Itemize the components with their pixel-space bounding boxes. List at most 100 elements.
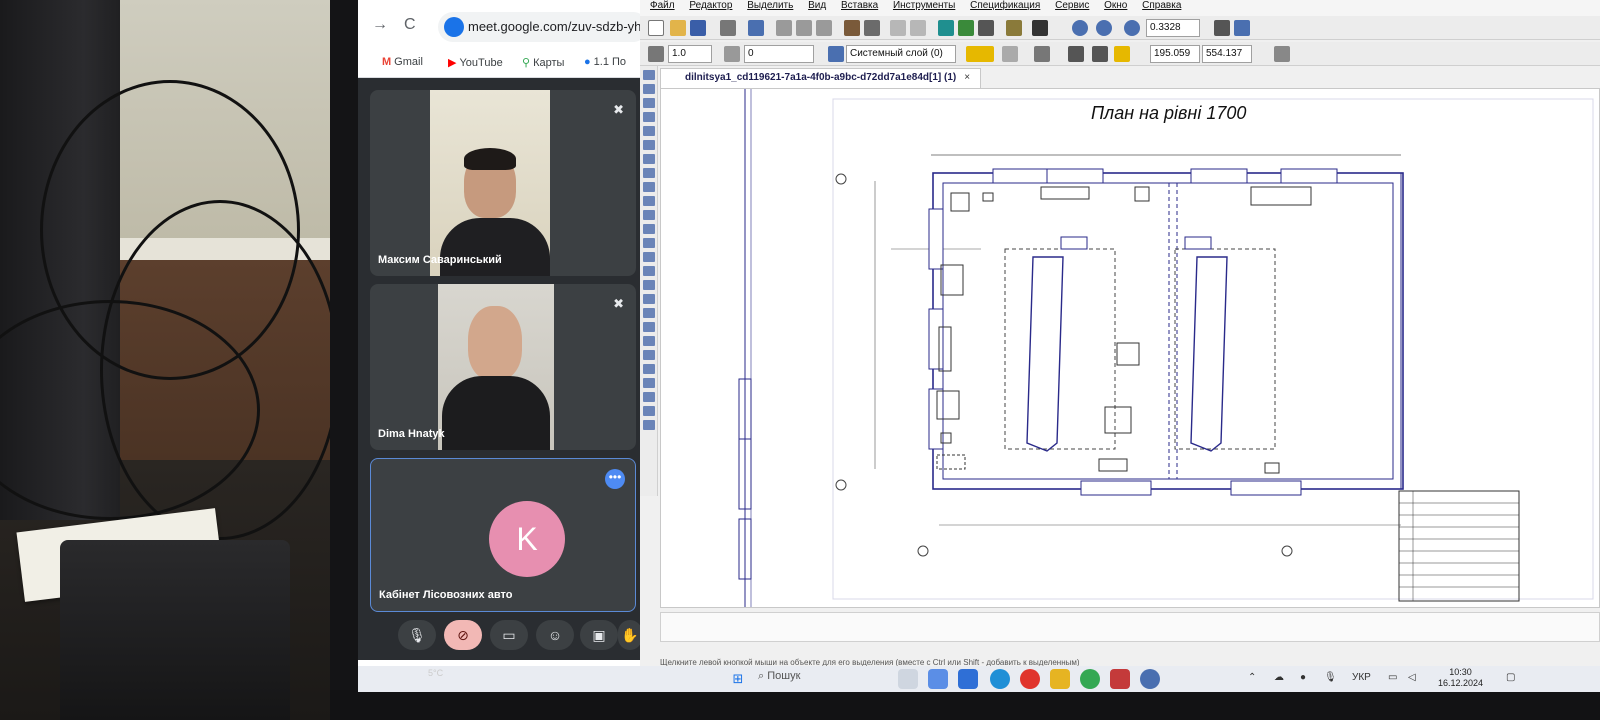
tool-icon[interactable]	[643, 336, 655, 346]
tool-icon[interactable]	[643, 322, 655, 332]
new-file-icon[interactable]	[648, 20, 664, 36]
tool-icon[interactable]	[643, 154, 655, 164]
refresh-icon[interactable]	[1234, 20, 1250, 36]
preview-icon[interactable]	[748, 20, 764, 36]
tool-icon[interactable]	[643, 406, 655, 416]
tool-icon[interactable]	[643, 308, 655, 318]
cut-icon[interactable]	[776, 20, 792, 36]
tool-icon[interactable]	[643, 350, 655, 360]
polar-icon[interactable]	[1092, 46, 1108, 62]
file-explorer-icon[interactable]	[1050, 669, 1070, 689]
tool-icon[interactable]	[643, 294, 655, 304]
camera-off-icon[interactable]: ⊘	[444, 620, 482, 650]
menu-file[interactable]: Файл	[650, 0, 675, 11]
captions-icon[interactable]: ▭	[490, 620, 528, 650]
undo-icon[interactable]	[890, 20, 906, 36]
bookmark-maps[interactable]: ⚲ Карты	[522, 56, 564, 69]
local-cs-icon[interactable]	[1274, 46, 1290, 62]
chrome-icon[interactable]	[1080, 669, 1100, 689]
tray-app-icon[interactable]: ●	[1300, 672, 1306, 683]
tool-icon[interactable]	[643, 392, 655, 402]
microphone-tray-icon[interactable]: 🎙	[1324, 672, 1337, 683]
more-options-icon[interactable]: •••	[605, 469, 625, 489]
menu-specification[interactable]: Спецификация	[970, 0, 1040, 11]
grid-icon[interactable]	[1034, 46, 1050, 62]
widgets-icon[interactable]	[928, 669, 948, 689]
zoom-scale-icon[interactable]	[1124, 20, 1140, 36]
tool-icon[interactable]	[643, 238, 655, 248]
angle-field[interactable]: 0	[744, 45, 814, 63]
zoom-out-icon[interactable]	[1096, 20, 1112, 36]
tool-icon[interactable]	[643, 378, 655, 388]
document-tab[interactable]: dilnitsya1_cd119621-7a1a-4f0b-a9bc-d72dd…	[660, 68, 982, 88]
tool-icon[interactable]	[643, 224, 655, 234]
coordinate-x-field[interactable]: 195.059	[1150, 45, 1200, 63]
site-info-icon[interactable]	[444, 17, 464, 37]
ortho-icon[interactable]	[1002, 46, 1018, 62]
tool-icon[interactable]	[643, 182, 655, 192]
participant-tile[interactable]: ✖ Dima Hnatyk	[370, 284, 636, 450]
help-pointer-icon[interactable]	[1032, 20, 1048, 36]
menu-window[interactable]: Окно	[1104, 0, 1127, 11]
tool-icon[interactable]	[643, 84, 655, 94]
raise-hand-icon[interactable]: ✋	[618, 620, 642, 650]
bookmark-youtube[interactable]: ▶ YouTube	[448, 56, 503, 69]
tool-icon[interactable]	[643, 98, 655, 108]
network-icon[interactable]: ▭	[1388, 672, 1397, 683]
chevron-up-icon[interactable]: ⌃	[1248, 672, 1256, 683]
save-icon[interactable]	[690, 20, 706, 36]
line-width-field[interactable]: 1.0	[668, 45, 712, 63]
tool-icon[interactable]	[643, 112, 655, 122]
tracking-icon[interactable]	[1114, 46, 1130, 62]
opera-icon[interactable]	[1020, 669, 1040, 689]
start-icon[interactable]: ⊞	[728, 669, 748, 689]
paste-icon[interactable]	[816, 20, 832, 36]
zoom-field[interactable]: 0.3328	[1146, 19, 1200, 37]
reload-icon[interactable]: C	[404, 16, 416, 34]
coordinate-y-field[interactable]: 554.137	[1202, 45, 1252, 63]
participant-tile-active[interactable]: K ••• Кабінет Лісовозних авто	[370, 458, 636, 612]
print-icon[interactable]	[720, 20, 736, 36]
drawing-canvas[interactable]: План на рівні 1700	[660, 88, 1600, 608]
notifications-icon[interactable]: ▢	[1506, 672, 1515, 683]
menu-edit[interactable]: Редактор	[689, 0, 732, 11]
weather-widget[interactable]: 5°C	[428, 668, 443, 678]
edge-icon[interactable]	[990, 669, 1010, 689]
tool-icon[interactable]	[643, 252, 655, 262]
task-view-icon[interactable]	[898, 669, 918, 689]
copy-icon[interactable]	[796, 20, 812, 36]
tool-icon[interactable]	[643, 140, 655, 150]
bookmark-gmail[interactable]: M Gmail	[382, 56, 423, 68]
menu-select[interactable]: Выделить	[747, 0, 793, 11]
manager-icon[interactable]	[958, 20, 974, 36]
back-arrow-icon[interactable]: →	[372, 16, 388, 34]
zoom-in-icon[interactable]	[1072, 20, 1088, 36]
system-clock[interactable]: 10:30 16.12.2024	[1438, 667, 1483, 689]
microphone-icon[interactable]: 🎙	[398, 620, 436, 650]
tool-icon[interactable]	[643, 280, 655, 290]
coordinate-icon[interactable]	[1068, 46, 1084, 62]
snap-icon[interactable]	[966, 46, 994, 62]
menu-view[interactable]: Вид	[808, 0, 826, 11]
tool-icon[interactable]	[643, 266, 655, 276]
command-line[interactable]	[660, 612, 1600, 642]
search-box[interactable]: ⌕ Пошук	[758, 670, 800, 683]
address-bar[interactable]: meet.google.com/zuv-sdzb-yh	[438, 12, 648, 42]
layer-select[interactable]: Системный слой (0)	[846, 45, 956, 63]
cad-app-icon[interactable]	[1140, 669, 1160, 689]
language-indicator[interactable]: УКР	[1352, 672, 1371, 683]
emoji-icon[interactable]: ☺	[536, 620, 574, 650]
table-icon[interactable]	[864, 20, 880, 36]
tool-icon[interactable]	[643, 364, 655, 374]
redo-icon[interactable]	[910, 20, 926, 36]
open-folder-icon[interactable]	[670, 20, 686, 36]
tool-icon[interactable]	[643, 196, 655, 206]
tool-icon[interactable]	[643, 168, 655, 178]
menu-tools[interactable]: Инструменты	[893, 0, 955, 11]
variables-icon[interactable]	[1006, 20, 1022, 36]
present-screen-icon[interactable]: ▣	[580, 620, 618, 650]
properties-icon[interactable]	[844, 20, 860, 36]
zoom-all-icon[interactable]	[1214, 20, 1230, 36]
menu-help[interactable]: Справка	[1142, 0, 1181, 11]
tool-icon[interactable]	[643, 70, 655, 80]
